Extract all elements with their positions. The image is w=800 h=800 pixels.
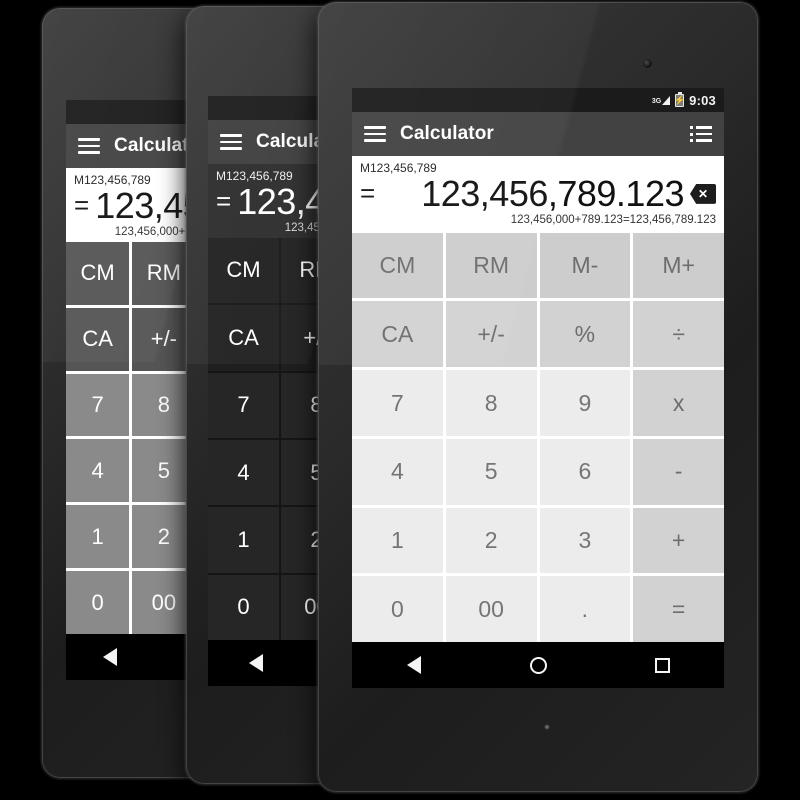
status-clock: 9:03 xyxy=(689,92,716,108)
hamburger-menu-icon[interactable] xyxy=(220,134,242,150)
network-label: 3G xyxy=(651,97,662,105)
key-4[interactable]: 4 xyxy=(208,439,279,506)
key-memory-minus[interactable]: M- xyxy=(539,232,631,299)
key-3[interactable]: 3 xyxy=(539,507,631,574)
status-bar: 3G ⚡ 9:03 xyxy=(352,88,724,112)
keypad-front: CM RM M- M+ CA +/-% ÷ 7 8 9 x 4 5 6- 1 2 3 +0 00. = xyxy=(352,229,724,642)
key-sign-toggle[interactable]: +/- xyxy=(445,301,537,368)
backspace-clear-icon[interactable]: ✕ xyxy=(690,184,716,204)
key-0[interactable]: 0 xyxy=(66,571,130,634)
key-clear-all[interactable]: CA xyxy=(208,305,279,371)
key-memory-plus[interactable]: M+ xyxy=(633,232,724,299)
key-clear-memory[interactable]: CM xyxy=(352,232,443,299)
key-1[interactable]: 1 xyxy=(352,507,443,574)
equals-indicator: = xyxy=(360,178,376,209)
equals-indicator: = xyxy=(216,186,232,217)
key-6[interactable]: 6 xyxy=(539,438,631,505)
screenshot-stage: 3G ⚡ 9:03 Calculator M123, xyxy=(0,0,800,800)
key-equals[interactable]: = xyxy=(633,576,724,642)
key-8[interactable]: 8 xyxy=(445,370,537,436)
key-7[interactable]: 7 xyxy=(352,370,443,436)
key-9[interactable]: 9 xyxy=(539,370,631,436)
key-decimal-point[interactable]: . xyxy=(539,576,631,642)
key-clear-memory[interactable]: CM xyxy=(66,241,130,305)
home-circle-icon[interactable] xyxy=(515,648,561,682)
hamburger-menu-icon[interactable] xyxy=(364,126,386,142)
key-divide[interactable]: ÷ xyxy=(633,301,724,368)
key-4[interactable]: 4 xyxy=(66,439,130,503)
key-1[interactable]: 1 xyxy=(66,505,130,569)
action-bar: Calculator xyxy=(352,112,724,156)
key-double-zero[interactable]: 00 xyxy=(445,576,537,642)
notification-led-icon xyxy=(544,724,550,730)
key-7[interactable]: 7 xyxy=(208,372,279,438)
key-0[interactable]: 0 xyxy=(352,576,443,642)
key-5[interactable]: 5 xyxy=(445,438,537,505)
key-1[interactable]: 1 xyxy=(208,507,279,573)
app-title: Calculator xyxy=(400,123,494,144)
hamburger-menu-icon[interactable] xyxy=(78,138,100,154)
battery-charging-icon: ⚡ xyxy=(674,91,686,107)
equals-indicator: = xyxy=(74,190,90,221)
front-camera-icon xyxy=(643,59,652,68)
display-value: 123,456,789.123 xyxy=(421,173,684,214)
key-clear-all[interactable]: CA xyxy=(66,307,130,371)
key-0[interactable]: 0 xyxy=(208,574,279,640)
back-triangle-icon[interactable] xyxy=(233,646,279,680)
key-clear-memory[interactable]: CM xyxy=(208,237,279,304)
calculator-display: M123,456,789 = 123,456,789.123 ✕ 123,456… xyxy=(352,156,724,230)
key-2[interactable]: 2 xyxy=(445,507,537,574)
key-plus[interactable]: + xyxy=(633,507,724,574)
sub-expression: 123,456,000+789.123=123,456,789.123 xyxy=(510,213,716,226)
key-percent[interactable]: % xyxy=(539,301,631,368)
key-minus[interactable]: - xyxy=(633,438,724,505)
key-clear-all[interactable]: CA xyxy=(352,301,443,368)
tablet-front: 3G ⚡ 9:03 Calculator M123,456,789 = 123,… xyxy=(318,2,758,792)
signal-triangle-icon: 3G xyxy=(651,95,671,105)
back-triangle-icon[interactable] xyxy=(87,640,133,674)
key-multiply[interactable]: x xyxy=(633,370,724,436)
device-screen-front: 3G ⚡ 9:03 Calculator M123,456,789 = 123,… xyxy=(352,88,724,688)
key-7[interactable]: 7 xyxy=(66,373,130,437)
recents-square-icon[interactable] xyxy=(639,648,685,682)
key-4[interactable]: 4 xyxy=(352,438,443,505)
back-triangle-icon[interactable] xyxy=(391,648,437,682)
nav-bar xyxy=(352,642,724,688)
list-menu-icon[interactable] xyxy=(690,126,712,142)
key-recall-memory[interactable]: RM xyxy=(445,232,537,299)
